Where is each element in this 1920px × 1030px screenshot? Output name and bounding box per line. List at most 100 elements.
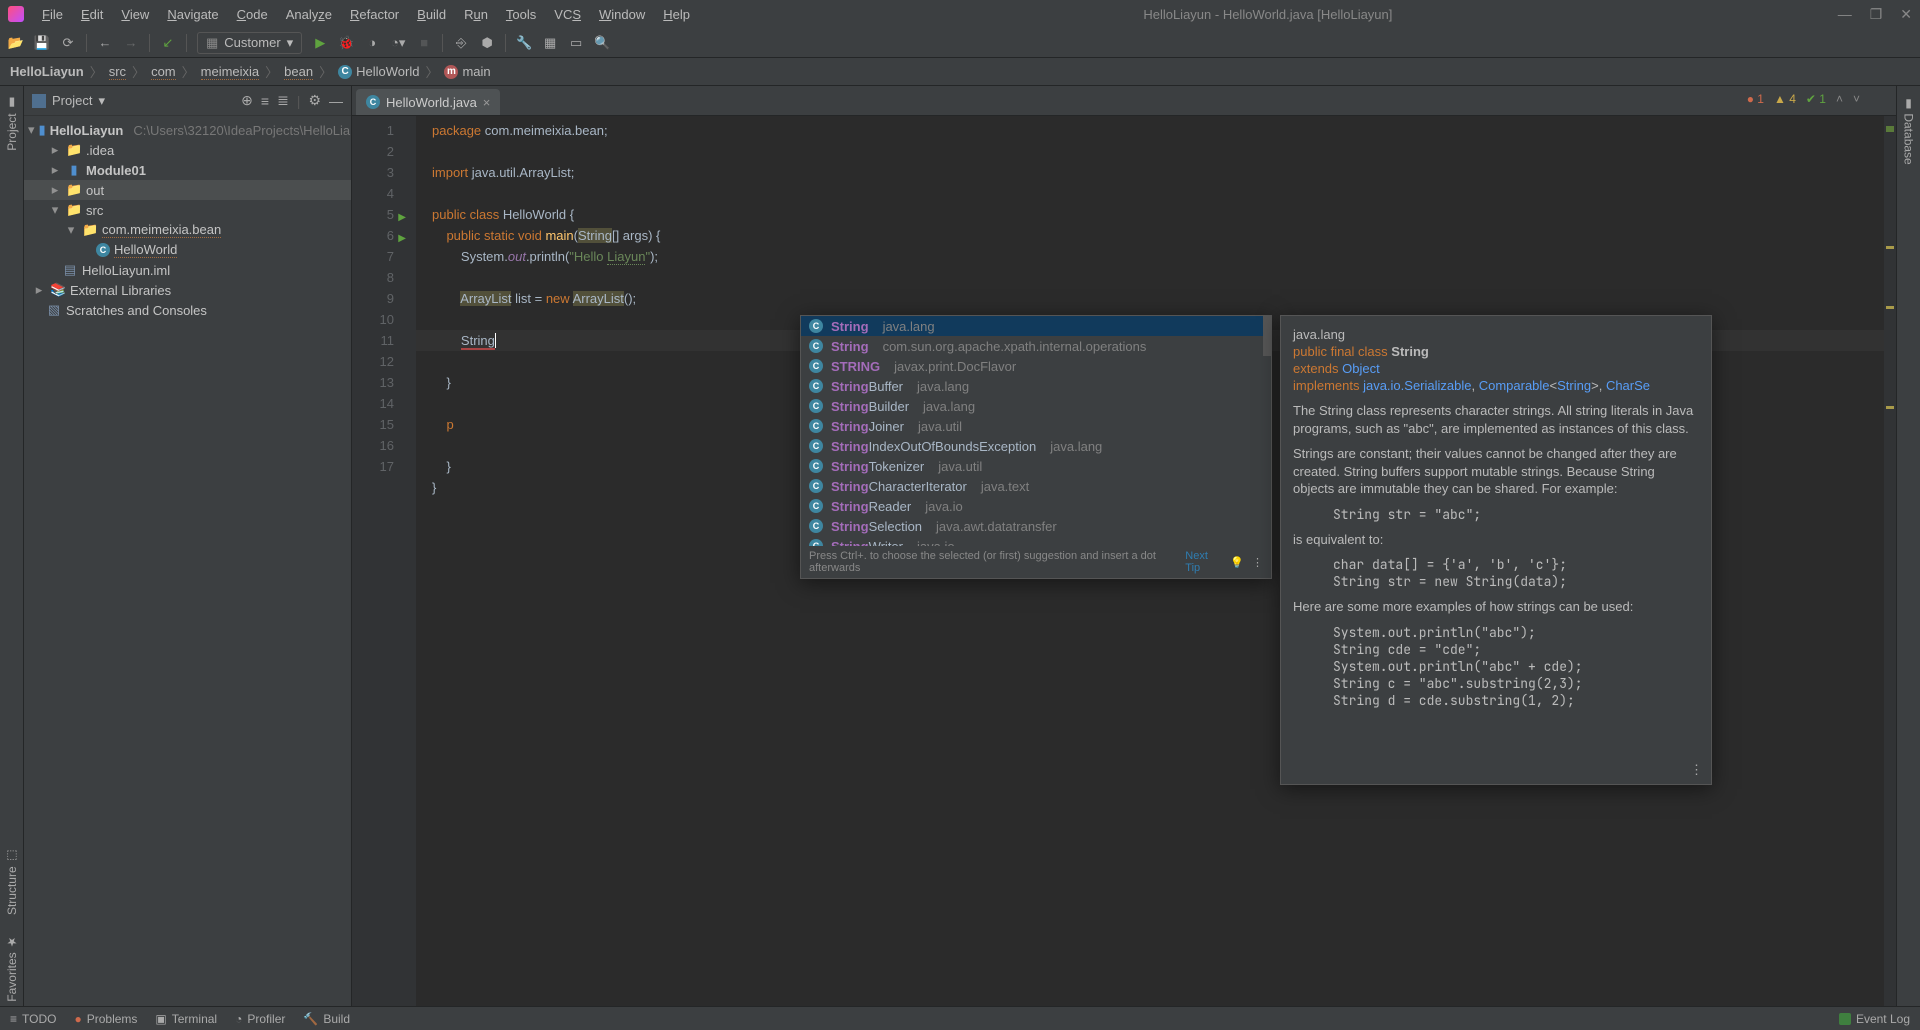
tree-out[interactable]: ▸📁 out [24,180,351,200]
crumb-method[interactable]: mmain [444,64,490,79]
inspection-up-icon[interactable]: ˄ [1836,92,1843,106]
tree-iml[interactable]: ▤ HelloLiayun.iml [24,260,351,280]
tree-src[interactable]: ▾📁 src [24,200,351,220]
settings-icon[interactable]: 🔧 [516,35,532,51]
menu-navigate[interactable]: Navigate [159,7,226,22]
menu-edit[interactable]: Edit [73,7,111,22]
coverage-icon[interactable]: ◑ [364,35,380,51]
back-icon[interactable]: ← [97,35,113,51]
tree-external-libs[interactable]: ▸📚 External Libraries [24,280,351,300]
doc-paragraph: is equivalent to: [1293,531,1699,549]
status-profiler[interactable]: ◔ Profiler [235,1012,285,1026]
crumb-meimeixia[interactable]: meimeixia [201,64,260,80]
completion-item[interactable]: CStringjava.lang [801,316,1271,336]
completion-item[interactable]: CStringWriterjava.io [801,536,1271,546]
completion-item[interactable]: CStringBufferjava.lang [801,376,1271,396]
tree-idea[interactable]: ▸📁 .idea [24,140,351,160]
menu-tools[interactable]: Tools [498,7,544,22]
run-icon[interactable]: ▶ [312,35,328,51]
next-tip-link[interactable]: Next Tip [1185,550,1222,574]
gear-icon[interactable]: ⚙ [308,92,321,109]
tree-module01[interactable]: ▸▮ Module01 [24,160,351,180]
menu-file[interactable]: File [34,7,71,22]
ide-everywhere-icon[interactable]: ▭ [568,35,584,51]
crumb-com[interactable]: com [151,64,176,80]
crumb-src[interactable]: src [109,64,126,80]
crumb-class[interactable]: CHelloWorld [338,64,419,79]
quick-doc-popup[interactable]: java.lang public final class String exte… [1280,315,1712,785]
project-tree[interactable]: ▾▮ HelloLiayun C:\Users\32120\IdeaProjec… [24,116,351,324]
menu-help[interactable]: Help [655,7,698,22]
menu-run[interactable]: Run [456,7,496,22]
scrollbar[interactable] [1263,316,1271,356]
status-build[interactable]: 🔨 Build [303,1012,350,1026]
forward-icon[interactable]: → [123,35,139,51]
locate-icon[interactable]: ⊕ [241,92,253,109]
menu-refactor[interactable]: Refactor [342,7,407,22]
save-icon[interactable]: 💾 [34,35,50,51]
rail-favorites[interactable]: Favorites ★ [5,931,19,1006]
project-structure-icon[interactable]: ▦ [542,35,558,51]
more-icon[interactable]: ⋮ [1252,556,1263,569]
status-todo[interactable]: ≡ TODO [10,1012,56,1026]
menu-view[interactable]: View [113,7,157,22]
completion-item[interactable]: CStringBuilderjava.lang [801,396,1271,416]
crumb-bean[interactable]: bean [284,64,313,80]
status-event-log[interactable]: Event Log [1839,1012,1910,1026]
editor-tab-helloworld[interactable]: C HelloWorld.java × [356,89,500,115]
collapse-icon[interactable]: ≣ [277,92,289,109]
build-hammer-icon[interactable]: ↙ [160,35,176,51]
search-icon[interactable]: 🔍 [594,35,610,51]
menu-analyze[interactable]: Analyze [278,7,340,22]
menu-build[interactable]: Build [409,7,454,22]
completion-item[interactable]: CStringTokenizerjava.util [801,456,1271,476]
inspection-widget[interactable]: ● 1 ▲ 4 ✔ 1 ˄ ˅ [1747,92,1860,106]
tree-class[interactable]: C HelloWorld [24,240,351,260]
tree-root[interactable]: ▾▮ HelloLiayun C:\Users\32120\IdeaProjec… [24,120,351,140]
hide-icon[interactable]: — [329,93,343,109]
tree-pkg[interactable]: ▾📁 com.meimeixia.bean [24,220,351,240]
tree-scratches[interactable]: ▧ Scratches and Consoles [24,300,351,320]
expand-icon[interactable]: ≡ [261,93,269,109]
rail-structure[interactable]: Structure ⬚ [5,845,19,919]
run-config-dropdown[interactable]: ▦ Customer ▾ [197,32,302,54]
completion-item[interactable]: CStringcom.sun.org.apache.xpath.internal… [801,336,1271,356]
debug-icon[interactable]: 🐞 [338,35,354,51]
completion-item[interactable]: CStringIndexOutOfBoundsExceptionjava.lan… [801,436,1271,456]
completion-list[interactable]: CStringjava.langCStringcom.sun.org.apach… [801,316,1271,546]
menu-code[interactable]: Code [229,7,276,22]
run-gutter-icon[interactable]: ▶ [398,228,406,249]
completion-item[interactable]: CSTRINGjavax.print.DocFlavor [801,356,1271,376]
stop-icon[interactable]: ■ [416,35,432,51]
code-completion-popup[interactable]: CStringjava.langCStringcom.sun.org.apach… [800,315,1272,579]
completion-item[interactable]: CStringSelectionjava.awt.datatransfer [801,516,1271,536]
completion-item[interactable]: CStringJoinerjava.util [801,416,1271,436]
error-stripe[interactable] [1884,116,1896,1006]
status-terminal[interactable]: ▣ Terminal [155,1012,217,1026]
profile-icon[interactable]: ◔▾ [390,35,406,51]
completion-item[interactable]: CStringReaderjava.io [801,496,1271,516]
inspection-down-icon[interactable]: ˅ [1853,92,1860,106]
git-icon[interactable]: ⬢ [479,35,495,51]
line-gutter[interactable]: 1234 5▶ 6▶ 78910 11121314 151617 [352,116,400,1006]
completion-item[interactable]: CStringCharacterIteratorjava.text [801,476,1271,496]
close-icon[interactable]: ✕ [1900,6,1912,23]
tab-close-icon[interactable]: × [483,95,491,110]
maximize-icon[interactable]: ❐ [1870,6,1883,23]
right-tool-rail: ▮ Database [1896,86,1920,1006]
rail-database[interactable]: ▮ Database [1902,92,1916,169]
minimize-icon[interactable]: — [1838,6,1852,23]
doc-more-icon[interactable]: ⋮ [1690,762,1703,778]
menu-window[interactable]: Window [591,7,653,22]
run-gutter-icon[interactable]: ▶ [398,207,406,228]
attach-icon[interactable]: ⎆ [453,35,469,51]
status-problems[interactable]: ● Problems [74,1012,137,1026]
open-icon[interactable]: 📂 [8,35,24,51]
menu-vcs[interactable]: VCS [546,7,589,22]
bulb-icon[interactable]: 💡 [1230,556,1244,569]
sync-icon[interactable]: ⟳ [60,35,76,51]
project-view-dropdown[interactable]: Project ▾ [32,93,105,109]
crumb-project[interactable]: HelloLiayun [10,64,84,79]
rail-project[interactable]: Project ▮ [5,92,19,155]
editor-tabs: C HelloWorld.java × [352,86,1896,116]
